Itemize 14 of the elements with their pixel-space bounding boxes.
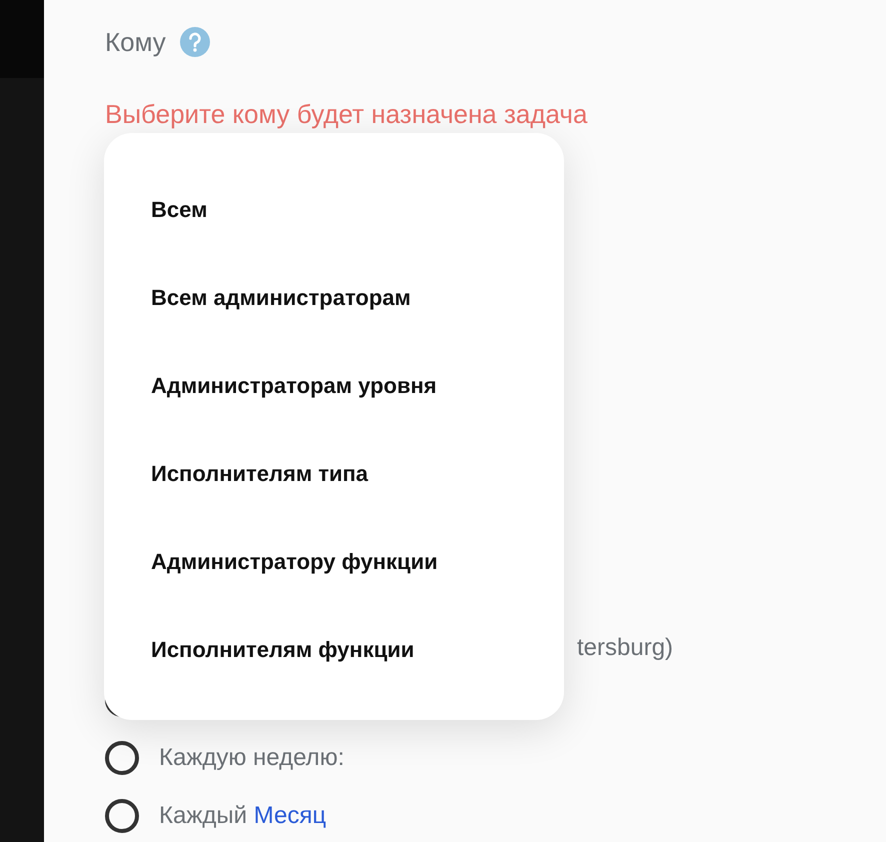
dropdown-option[interactable]: Исполнителям типа <box>104 429 564 517</box>
timezone-text: tersburg) <box>577 633 674 663</box>
radio-label: Каждый Месяц <box>159 801 326 831</box>
dropdown-option[interactable]: Администратору функции <box>104 517 564 605</box>
field-label: Кому <box>105 26 166 58</box>
dropdown-option[interactable]: Исполнителям функции <box>104 605 564 693</box>
error-message: Выберите кому будет назначена задача <box>105 98 588 130</box>
radio-button[interactable] <box>105 741 139 775</box>
radio-button[interactable] <box>105 799 139 833</box>
month-link[interactable]: Месяц <box>254 802 326 829</box>
dropdown-option[interactable]: Всем администраторам <box>104 253 564 341</box>
dropdown-option[interactable]: Всем <box>104 165 564 253</box>
radio-label: Каждую неделю: <box>159 743 344 773</box>
dropdown-option[interactable]: Администраторам уровня <box>104 341 564 429</box>
